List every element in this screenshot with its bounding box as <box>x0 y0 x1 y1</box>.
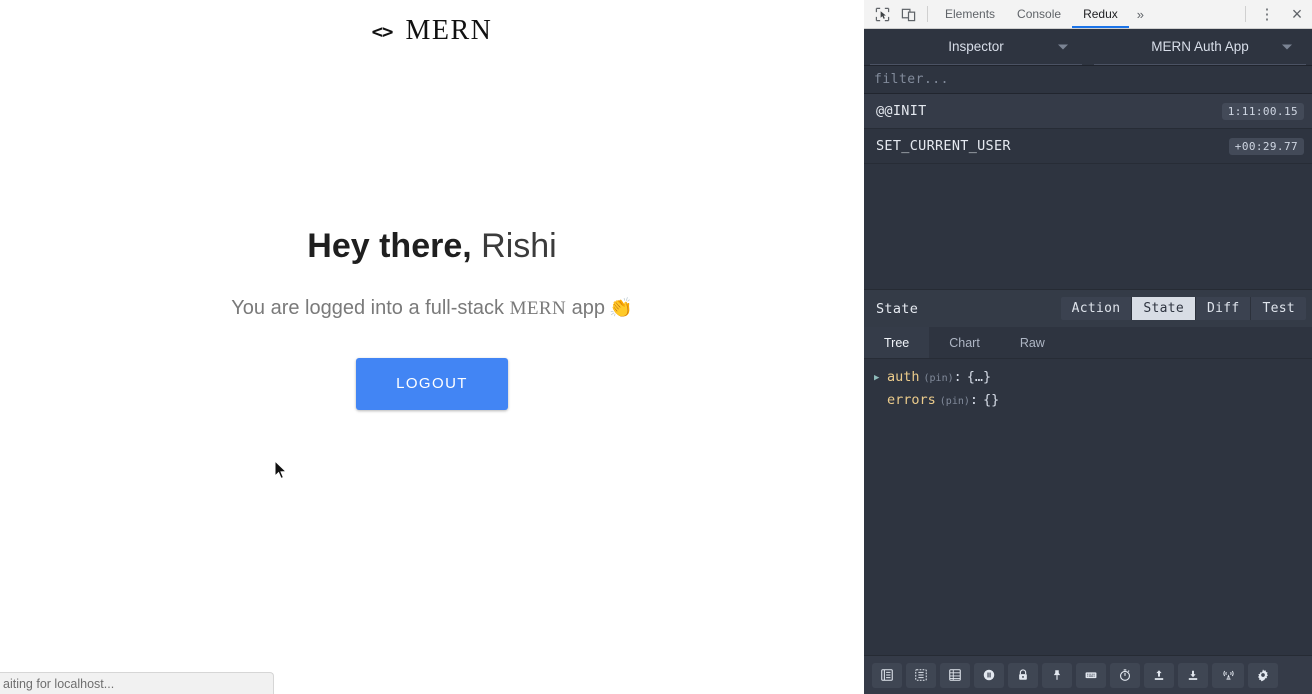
pause-icon[interactable] <box>974 662 1004 688</box>
clapping-hands-icon: 👏 <box>609 297 633 319</box>
table-view-icon[interactable] <box>940 662 970 688</box>
logout-button-wrap: LOGOUT <box>0 357 864 410</box>
brand-name: MERN <box>405 15 493 46</box>
greeting-text: Hey there, <box>307 227 472 265</box>
upload-icon[interactable] <box>1144 662 1174 688</box>
tree-node-errors[interactable]: errors (pin) : {} <box>874 392 1312 415</box>
segment-action[interactable]: Action <box>1060 297 1132 320</box>
mouse-cursor-icon <box>274 459 288 480</box>
lock-icon[interactable] <box>1008 662 1038 688</box>
device-toolbar-icon[interactable] <box>895 0 921 28</box>
tree-node-key: auth <box>887 369 920 385</box>
status-text: aiting for localhost... <box>3 676 115 691</box>
stopwatch-icon[interactable] <box>1110 662 1140 688</box>
pin-label[interactable]: (pin) <box>924 373 954 384</box>
tab-elements[interactable]: Elements <box>934 0 1006 28</box>
brand-logo[interactable]: <> MERN <box>372 15 493 47</box>
pin-label[interactable]: (pin) <box>940 396 970 407</box>
state-panel-header: State Action State Diff Test <box>864 289 1312 327</box>
tab-raw[interactable]: Raw <box>1000 327 1065 358</box>
logout-button[interactable]: LOGOUT <box>356 357 508 410</box>
tab-redux[interactable]: Redux <box>1072 0 1129 28</box>
monitor-selector-label: Inspector <box>948 39 1004 54</box>
action-timestamp: +00:29.77 <box>1228 137 1304 155</box>
state-tree: ▶ auth (pin) : {…} errors (pin) : {} <box>864 359 1312 415</box>
toolbar-divider <box>927 6 928 22</box>
tree-node-key: errors <box>887 392 936 408</box>
download-icon[interactable] <box>1178 662 1208 688</box>
settings-gear-icon[interactable] <box>1248 662 1278 688</box>
state-view-tabs: Tree Chart Raw <box>864 327 1312 359</box>
more-tabs-icon[interactable]: » <box>1129 0 1152 28</box>
keyboard-icon[interactable] <box>1076 662 1106 688</box>
state-panel-title: State <box>876 300 919 317</box>
toolbar-divider-right <box>1245 6 1246 22</box>
tree-node-value: {} <box>983 392 1000 408</box>
tab-tree[interactable]: Tree <box>864 327 930 358</box>
close-icon[interactable]: × <box>1282 0 1312 28</box>
chevron-down-icon <box>1058 44 1068 49</box>
instance-selector-label: MERN Auth App <box>1151 39 1249 54</box>
tree-node-value: {…} <box>966 369 992 385</box>
action-name: @@INIT <box>876 103 927 119</box>
tree-node-colon: : <box>953 369 962 385</box>
segment-diff[interactable]: Diff <box>1194 297 1251 320</box>
page-title: Hey there, Rishi <box>0 226 864 267</box>
browser-status-bar: aiting for localhost... <box>0 672 274 694</box>
action-list-empty-space <box>864 164 1312 289</box>
filter-input[interactable] <box>874 72 1312 87</box>
grid-view-icon[interactable] <box>906 662 936 688</box>
list-item[interactable]: @@INIT 1:11:00.15 <box>864 94 1312 129</box>
tree-node-colon: : <box>969 392 979 408</box>
action-name: SET_CURRENT_USER <box>876 138 1011 154</box>
list-item[interactable]: SET_CURRENT_USER +00:29.77 <box>864 129 1312 164</box>
segment-state[interactable]: State <box>1131 297 1195 320</box>
list-view-icon[interactable] <box>872 662 902 688</box>
devtools-tabs: Elements Console Redux <box>934 0 1129 28</box>
broadcast-icon[interactable] <box>1212 662 1244 688</box>
devtools-panel: Elements Console Redux » ⋮ × Inspector M… <box>864 0 1312 694</box>
hero-subtitle: You are logged into a full-stack MERN ap… <box>0 296 864 320</box>
segment-test[interactable]: Test <box>1250 297 1306 320</box>
chevron-down-icon <box>1282 44 1292 49</box>
state-segmented-control: Action State Diff Test <box>1060 297 1306 320</box>
tab-console[interactable]: Console <box>1006 0 1072 28</box>
action-list: @@INIT 1:11:00.15 SET_CURRENT_USER +00:2… <box>864 94 1312 164</box>
devtools-bottom-toolbar <box>864 655 1312 694</box>
web-page: <> MERN Hey there, Rishi You are logged … <box>0 0 864 694</box>
action-filter-row <box>864 66 1312 94</box>
code-brackets-icon: <> <box>371 21 394 43</box>
hero-section: Hey there, Rishi You are logged into a f… <box>0 226 864 410</box>
subtitle-prefix: You are logged into a full-stack <box>231 296 505 319</box>
devtools-topbar-right: ⋮ × <box>1239 0 1312 28</box>
action-timestamp: 1:11:00.15 <box>1221 102 1304 120</box>
subtitle-mern: MERN <box>509 297 567 319</box>
tab-chart[interactable]: Chart <box>929 327 1000 358</box>
monitor-selector[interactable]: Inspector <box>870 29 1082 65</box>
subtitle-suffix: app <box>571 296 606 319</box>
tree-node-auth[interactable]: ▶ auth (pin) : {…} <box>874 369 1312 392</box>
kebab-menu-icon[interactable]: ⋮ <box>1252 0 1282 28</box>
instance-selector[interactable]: MERN Auth App <box>1094 29 1306 65</box>
chevron-right-icon[interactable]: ▶ <box>874 374 887 383</box>
site-header: <> MERN <box>0 0 864 62</box>
redux-selectors-row: Inspector MERN Auth App <box>864 29 1312 66</box>
screen-root: <> MERN Hey there, Rishi You are logged … <box>0 0 1312 694</box>
devtools-topbar: Elements Console Redux » ⋮ × <box>864 0 1312 29</box>
username-text: Rishi <box>481 227 557 265</box>
inspect-element-icon[interactable] <box>869 0 895 28</box>
pin-icon[interactable] <box>1042 662 1072 688</box>
